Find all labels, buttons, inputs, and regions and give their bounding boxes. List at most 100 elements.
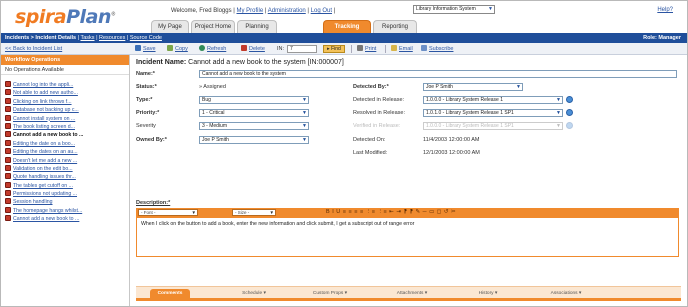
back-to-list-link[interactable]: << Back to Incident List [5,43,62,55]
tab-my-page[interactable]: My Page [151,20,189,33]
subscribe-button[interactable]: Subscribe [421,43,453,55]
bug-icon [5,198,11,205]
size-select[interactable]: - Size - ▼ [232,209,276,216]
sidebar-incident-item[interactable]: Cannot add a new book to ... [1,131,129,139]
sidebar-incident-item[interactable]: Permissions not updating ... [1,190,129,198]
detail-tabs: Comments Schedule ▾ Custom Props ▾ Attac… [136,286,681,298]
bug-icon [5,122,11,129]
tasks-link[interactable]: Tasks [80,35,94,41]
bug-icon [5,139,11,146]
tab-custom-props[interactable]: Custom Props ▾ [302,289,358,298]
description-editor[interactable]: When I click on the button to add a book… [136,217,679,257]
sidebar-incident-item[interactable]: Validation on the edit bo... [1,164,129,173]
type-select[interactable]: Bug ▼ [199,96,309,104]
separator: | [126,35,129,41]
toolbar: << Back to Incident List Save Copy Refre… [1,43,687,55]
chevron-down-icon: ▼ [269,210,274,215]
owned-by-select[interactable]: Joe P Smith ▼ [199,136,309,144]
status-label: Status:* [136,84,157,90]
name-field[interactable]: Cannot add a new book to the system [199,70,677,78]
priority-select[interactable]: 1 - Critical ▼ [199,109,309,117]
tab-planning[interactable]: Planning [237,20,277,33]
tab-comments[interactable]: Comments [150,289,190,298]
find-button[interactable]: ▸ Find [323,45,345,53]
severity-select[interactable]: 3 - Medium ▼ [199,122,309,130]
tab-tracking[interactable]: Tracking [323,20,371,33]
sidebar-incident-item[interactable]: Editing the date on a boo... [1,139,129,148]
priority-select-value: 1 - Critical [202,110,225,116]
type-select-value: Bug [202,97,211,103]
sidebar-item-label: Validation on the edit bo... [13,165,73,172]
detected-on-value: 11/4/2003 12:00:00 AM [423,137,480,143]
sidebar-incident-item[interactable]: The tables get cutoff on ... [1,181,129,190]
sidebar-incident-item[interactable]: Not able to add new autho... [1,89,129,97]
detected-release-select[interactable]: 1.0.0.0 - Library System Release 1 ▼ [423,96,563,104]
verified-release-select: 1.0.0.0 - Library System Release 1 SP1 ▼ [423,122,563,130]
help-link[interactable]: Help? [657,7,673,13]
chevron-down-icon: ▼ [302,97,307,103]
sidebar-incident-item[interactable]: The book listing screen d... [1,122,129,131]
bug-icon [5,215,11,222]
tab-project-home[interactable]: Project Home [191,20,235,33]
delete-button[interactable]: Delete [241,43,265,55]
priority-label: Priority:* [136,110,160,116]
release-info-icon[interactable] [566,109,573,116]
subscribe-label: Subscribe [429,46,454,52]
copy-icon [167,45,173,51]
sidebar-incident-item[interactable]: Quote handling issues thr... [1,173,129,181]
detected-release-select-value: 1.0.0.0 - Library System Release 1 [426,97,503,103]
sidebar-incident-item[interactable]: Cannot install system on ... [1,114,129,123]
tab-attachments[interactable]: Attachments ▾ [384,289,440,298]
logout-link[interactable]: Log Out [311,8,332,14]
sidebar-item-label: Cannot add a new book to ... [13,216,80,223]
copy-button[interactable]: Copy [167,43,188,55]
title-value: Cannot add a new book to the system [IN:… [188,59,344,66]
bug-icon [5,114,11,121]
delete-label: Delete [249,46,265,52]
tab-schedule[interactable]: Schedule ▾ [232,289,276,298]
sidebar-incident-item[interactable]: Database not backing up c... [1,106,129,114]
sidebar-incident-item[interactable]: Cannot add a new book to ... [1,215,129,223]
formatting-buttons[interactable]: B I U ≡ ≡ ≡ ≡ ⋮≡ ⋮≡ ⇤ ⇥ ⁋ ⁋ ✎ ─ ▭ ◻ ↺ ✂ [326,209,456,216]
tab-reporting[interactable]: Reporting [373,20,417,33]
name-label: Name:* [136,71,155,77]
resolved-release-select[interactable]: 1.0.1.0 - Library System Release 1 SP1 ▼ [423,109,563,117]
logo-text-spira: spira [15,6,67,28]
save-button[interactable]: Save [135,43,156,55]
chevron-down-icon: ▼ [302,110,307,116]
verified-release-select-value: 1.0.0.0 - Library System Release 1 SP1 [426,123,514,129]
find-incident-input[interactable]: 7 [287,45,317,53]
sidebar-incident-item[interactable]: Clicking on link throws f... [1,97,129,106]
tab-underline [136,298,681,301]
tab-associations[interactable]: Associations ▾ [538,289,594,298]
tab-history[interactable]: History ▾ [468,289,508,298]
owned-by-select-value: Joe P Smith [202,137,229,143]
print-button[interactable]: Print [357,43,376,55]
sidebar-incident-item[interactable]: Editing the dates on an au... [1,148,129,156]
my-profile-link[interactable]: My Profile [236,8,263,14]
sidebar-incident-item[interactable]: Doesn't let me add a new ... [1,156,129,165]
breadcrumb[interactable]: Incidents > Incident Details [5,35,76,41]
project-select[interactable]: Library Information System ▼ [413,5,495,14]
no-operations-text: No Operations Available [1,65,129,75]
save-label: Save [143,46,156,52]
resources-link[interactable]: Resources [99,35,125,41]
breadcrumb-bar: Incidents > Incident Details | Tasks | R… [1,33,687,43]
sidebar-incident-item[interactable]: Cannot log into the appli... [1,81,129,89]
bug-icon [5,81,11,87]
administration-link[interactable]: Administration [268,8,306,14]
font-select[interactable]: - Font - ▼ [138,209,198,216]
source-code-link[interactable]: Source Code [130,35,162,41]
detected-by-select[interactable]: Joe P Smith ▼ [423,83,523,91]
email-button[interactable]: Email [391,43,413,55]
logo-text-plan: Plan [66,6,111,28]
sidebar-incident-item[interactable]: Session handling [1,198,129,206]
welcome-bar: Welcome, Fred Bloggs | My Profile | Admi… [171,8,335,14]
release-info-icon[interactable] [566,96,573,103]
refresh-button[interactable]: Refresh [199,43,226,55]
sidebar-item-label: Cannot add a new book to ... [13,132,84,139]
spiraplan-logo[interactable]: spiraPlan® [15,6,116,28]
separator: | [333,8,336,14]
sidebar-incident-item[interactable]: The homepage hangs whilst... [1,206,129,215]
chevron-down-icon: ▼ [302,123,307,129]
